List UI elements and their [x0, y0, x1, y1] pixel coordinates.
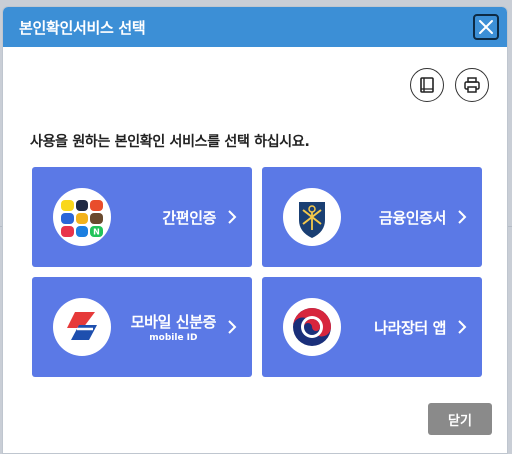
svg-text:N: N	[93, 228, 100, 237]
mobile-id-label: 모바일 신분증	[130, 313, 217, 331]
manual-button[interactable]	[410, 68, 444, 102]
book-icon	[420, 77, 434, 93]
simple-auth-label: 간편인증	[162, 208, 216, 227]
dialog-titlebar: 본인확인서비스 선택	[3, 7, 507, 47]
chevron-right-icon	[228, 210, 237, 224]
mobile-id-sublabel: mobile ID	[149, 333, 198, 343]
close-button[interactable]: 닫기	[428, 403, 492, 435]
close-x-button[interactable]	[473, 14, 499, 40]
close-icon	[479, 20, 493, 34]
print-button[interactable]	[455, 68, 489, 102]
printer-icon	[464, 77, 480, 93]
identity-verification-dialog: 본인확인서비스 선택 사용을 원하는 본인확인 서비스를 선택 하십시요. N …	[2, 6, 508, 454]
financial-cert-logo	[283, 188, 341, 246]
taegeuk-logo	[283, 298, 341, 356]
dialog-title: 본인확인서비스 선택	[19, 18, 146, 37]
simple-auth-card[interactable]: N 간편인증	[32, 167, 252, 267]
naramarket-app-label: 나라장터 앱	[374, 318, 446, 337]
mobile-id-logo	[53, 298, 111, 356]
simple-auth-apps-logo: N	[53, 188, 111, 246]
chevron-right-icon	[458, 320, 467, 334]
financial-cert-label: 금융인증서	[378, 208, 446, 227]
financial-cert-card[interactable]: 금융인증서	[262, 167, 482, 267]
mobile-id-card[interactable]: 모바일 신분증 mobile ID	[32, 277, 252, 377]
chevron-right-icon	[458, 210, 467, 224]
naramarket-app-card[interactable]: 나라장터 앱	[262, 277, 482, 377]
instruction-text: 사용을 원하는 본인확인 서비스를 선택 하십시요.	[30, 134, 310, 150]
chevron-right-icon	[228, 320, 237, 334]
